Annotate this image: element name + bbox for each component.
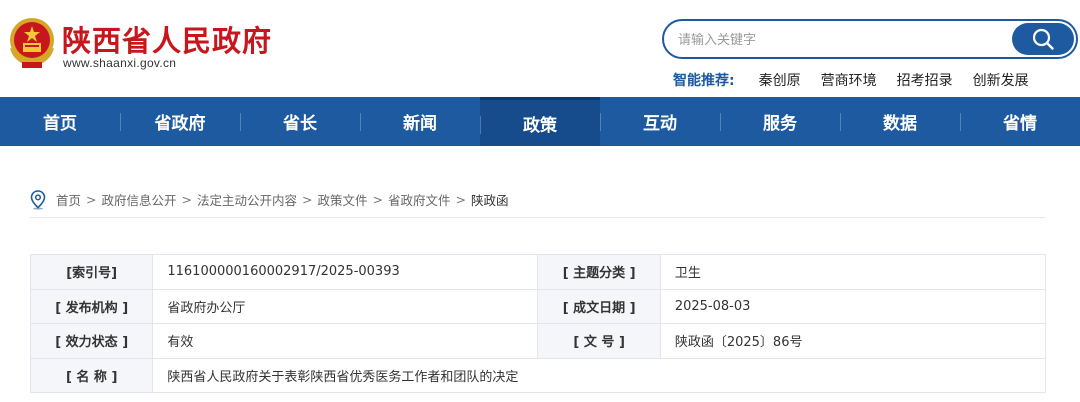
publisher-value: 省政府办公厅 [152, 288, 539, 324]
date-value: 2025-08-03 [659, 288, 1047, 324]
breadcrumb-provincial-docs[interactable]: 省政府文件 [388, 190, 451, 209]
table-row: [ 发布机构 ] 省政府办公厅 [ 成文日期 ] 2025-08-03 [29, 288, 1047, 324]
nav-services[interactable]: 服务 [720, 97, 840, 146]
nav-data[interactable]: 数据 [840, 97, 960, 146]
search-box [662, 19, 1078, 59]
search-icon [1032, 28, 1054, 50]
breadcrumb-policy-docs[interactable]: 政策文件 [318, 190, 368, 209]
topic-label: [ 主题分类 ] [537, 254, 661, 290]
name-label: [ 名 称 ] [29, 357, 154, 393]
breadcrumb-separator: > [181, 192, 192, 207]
index-no-label: [索引号] [29, 254, 154, 290]
smart-link-recruitment[interactable]: 招考招录 [897, 70, 953, 90]
index-no-value: 116100000160002917/2025-00393 [152, 254, 539, 290]
breadcrumb-separator: > [372, 192, 383, 207]
smart-link-qinchuangyuan[interactable]: 秦创原 [759, 70, 801, 90]
search-button[interactable] [1012, 23, 1074, 55]
smart-link-innovation[interactable]: 创新发展 [973, 70, 1029, 90]
table-row: [索引号] 116100000160002917/2025-00393 [ 主题… [29, 254, 1047, 290]
nav-policy[interactable]: 政策 [480, 97, 600, 146]
location-pin-icon [30, 189, 46, 210]
nav-governor[interactable]: 省长 [240, 97, 360, 146]
breadcrumb-separator: > [86, 192, 97, 207]
nav-news[interactable]: 新闻 [360, 97, 480, 146]
publisher-label: [ 发布机构 ] [29, 288, 154, 324]
nav-home[interactable]: 首页 [0, 97, 120, 146]
breadcrumb-home[interactable]: 首页 [56, 190, 81, 209]
site-url: www.shaanxi.gov.cn [63, 56, 177, 70]
breadcrumb-separator: > [455, 192, 466, 207]
smart-link-business-environment[interactable]: 营商环境 [821, 70, 877, 90]
date-label: [ 成文日期 ] [537, 288, 661, 324]
doc-no-value: 陕政函〔2025〕86号 [659, 323, 1047, 359]
breadcrumb-gov-info[interactable]: 政府信息公开 [102, 190, 177, 209]
document-info-table: [索引号] 116100000160002917/2025-00393 [ 主题… [29, 254, 1047, 393]
search-input[interactable] [678, 30, 998, 50]
doc-no-label: [ 文 号 ] [537, 323, 661, 359]
main-nav: 首页 省政府 省长 新闻 政策 互动 服务 数据 省情 [0, 97, 1080, 146]
name-value: 陕西省人民政府关于表彰陕西省优秀医务工作者和团队的决定 [152, 357, 1046, 393]
table-row: [ 名 称 ] 陕西省人民政府关于表彰陕西省优秀医务工作者和团队的决定 [29, 357, 1046, 393]
table-row: [ 效力状态 ] 有效 [ 文 号 ] 陕政函〔2025〕86号 [29, 323, 1047, 359]
national-emblem-icon[interactable] [6, 14, 58, 70]
breadcrumb-current[interactable]: 陕政函 [471, 190, 509, 209]
smart-recommend: 智能推荐: 秦创原 营商环境 招考招录 创新发展 [673, 70, 1049, 90]
status-value: 有效 [152, 323, 539, 359]
topic-value: 卫生 [659, 254, 1047, 290]
breadcrumb-separator: > [302, 192, 313, 207]
nav-provincial-government[interactable]: 省政府 [120, 97, 240, 146]
status-label: [ 效力状态 ] [29, 323, 154, 359]
nav-province-info[interactable]: 省情 [960, 97, 1080, 146]
smart-recommend-label: 智能推荐: [673, 73, 735, 89]
site-header: 陕西省人民政府 www.shaanxi.gov.cn 智能推荐: 秦创原 营商环… [0, 0, 1080, 97]
nav-interaction[interactable]: 互动 [600, 97, 720, 146]
site-title[interactable]: 陕西省人民政府 [62, 18, 272, 60]
breadcrumb: 首页 > 政府信息公开 > 法定主动公开内容 > 政策文件 > 省政府文件 > … [30, 189, 1046, 218]
breadcrumb-statutory[interactable]: 法定主动公开内容 [197, 190, 297, 209]
